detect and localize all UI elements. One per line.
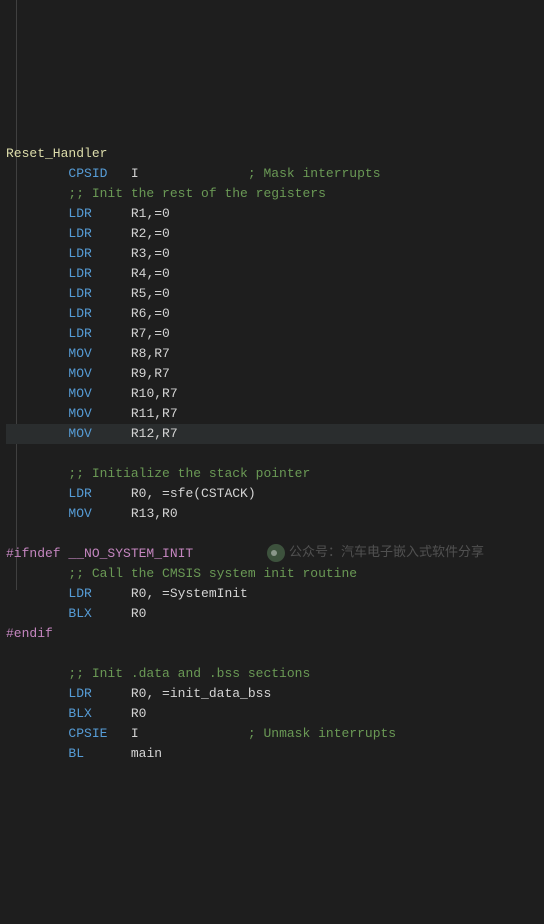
code-line: CPSID I ; Mask interrupts <box>6 164 544 184</box>
code-line: LDR R0, =sfe(CSTACK) <box>6 484 544 504</box>
code-line: ;; Call the CMSIS system init routine <box>6 564 544 584</box>
code-line: MOV R8,R7 <box>6 344 544 364</box>
code-line <box>6 524 544 544</box>
code-line: LDR R1,=0 <box>6 204 544 224</box>
code-line: BLX R0 <box>6 704 544 724</box>
code-line: MOV R10,R7 <box>6 384 544 404</box>
code-line: MOV R12,R7 <box>6 424 544 444</box>
code-line: BL main <box>6 744 544 764</box>
code-line: ;; Initialize the stack pointer <box>6 464 544 484</box>
code-line: MOV R13,R0 <box>6 504 544 524</box>
code-line: MOV R9,R7 <box>6 364 544 384</box>
reset-handler-label: Reset_Handler <box>6 146 107 161</box>
code-line: LDR R2,=0 <box>6 224 544 244</box>
code-line: BLX R0 <box>6 604 544 624</box>
label-line: Reset_Handler <box>6 144 544 164</box>
code-line: LDR R0, =init_data_bss <box>6 684 544 704</box>
code-area: Reset_Handler CPSID I ; Mask interrupts … <box>0 80 544 784</box>
code-line: ;; Init the rest of the registers <box>6 184 544 204</box>
code-line: CPSIE I ; Unmask interrupts <box>6 724 544 744</box>
code-line: LDR R7,=0 <box>6 324 544 344</box>
code-line: LDR R0, =SystemInit <box>6 584 544 604</box>
code-line: LDR R6,=0 <box>6 304 544 324</box>
code-line: LDR R5,=0 <box>6 284 544 304</box>
code-line: LDR R4,=0 <box>6 264 544 284</box>
code-line: ;; Init .data and .bss sections <box>6 664 544 684</box>
code-line: LDR R3,=0 <box>6 244 544 264</box>
code-line: MOV R11,R7 <box>6 404 544 424</box>
code-line <box>6 444 544 464</box>
preproc-ifndef: #ifndef __NO_SYSTEM_INIT <box>6 544 544 564</box>
preproc-endif: #endif <box>6 624 544 644</box>
code-line <box>6 644 544 664</box>
